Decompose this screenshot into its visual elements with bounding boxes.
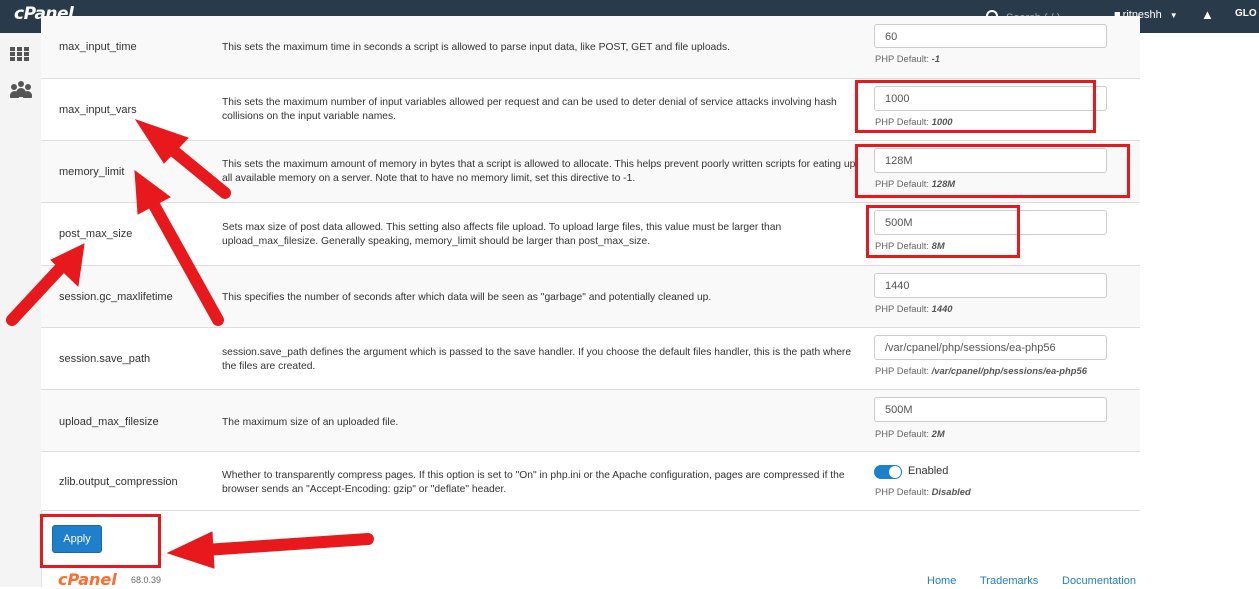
annotation-arrow xyxy=(199,533,374,556)
annotation-arrows xyxy=(6,119,374,569)
annotation-arrow xyxy=(6,256,72,326)
annotation-arrow xyxy=(143,190,224,326)
annotation-arrow-head xyxy=(166,531,215,569)
